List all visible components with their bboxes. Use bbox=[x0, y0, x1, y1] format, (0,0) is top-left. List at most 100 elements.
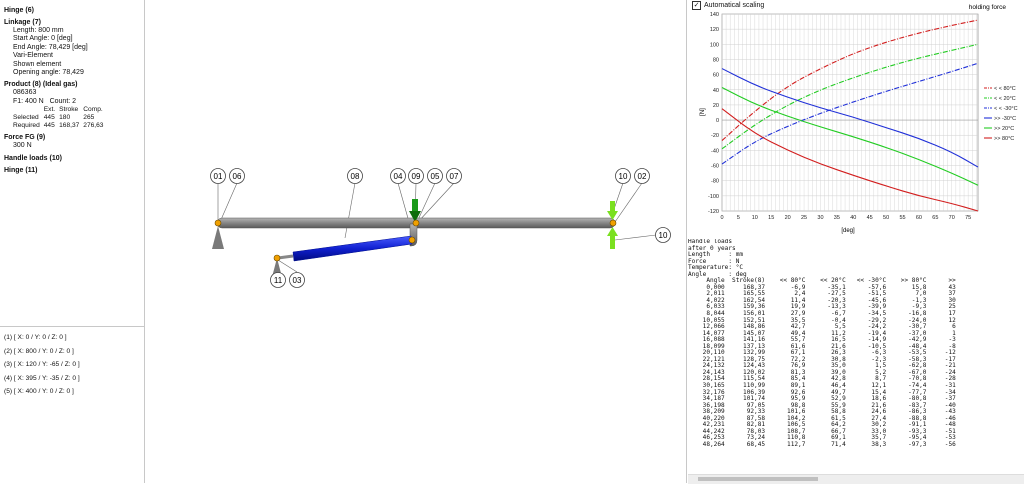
linkage-end-angle: End Angle: 78,429 [deg] bbox=[13, 43, 88, 51]
automatic-scaling-checkbox[interactable]: ✓ Automatical scaling bbox=[692, 1, 764, 10]
x-tick-label: 70 bbox=[949, 215, 955, 221]
chart-svg: 140120100806040200-20-40-60-80-100-1200 5… bbox=[700, 4, 1018, 234]
linkage-opening-angle: Opening angle: 78,429 bbox=[13, 69, 84, 77]
joint-4[interactable] bbox=[408, 236, 416, 244]
gas-spring-cylinder[interactable] bbox=[292, 235, 413, 262]
tree-hinge-11[interactable]: Hinge (11) bbox=[4, 166, 144, 175]
mechanism-canvas[interactable]: 01 06 08 04 09 05 07 10 02 10 11 03 bbox=[145, 0, 685, 483]
scrollbar-thumb[interactable] bbox=[698, 477, 818, 481]
label-09[interactable]: 09 bbox=[412, 172, 421, 181]
handle-load-bottom-icon bbox=[607, 227, 618, 236]
label-07[interactable]: 07 bbox=[450, 172, 459, 181]
y-tick-label: 0 bbox=[716, 118, 719, 124]
tree-linkage[interactable]: Linkage (7) bbox=[4, 18, 144, 27]
point-item[interactable]: (3) [ X: 120 / Y: -65 / Z: 0 ] bbox=[4, 358, 80, 372]
chart-grid bbox=[721, 13, 979, 212]
chart-xlabel: [deg] bbox=[841, 228, 855, 234]
x-tick-label: 30 bbox=[817, 215, 823, 221]
label-08[interactable]: 08 bbox=[351, 172, 360, 181]
tree-handle-loads[interactable]: Handle loads (10) bbox=[4, 154, 144, 163]
product-cell: 276,63 bbox=[83, 122, 104, 130]
label-04[interactable]: 04 bbox=[394, 172, 403, 181]
joint-5[interactable] bbox=[412, 219, 420, 227]
linkage-shown-element: Shown element bbox=[13, 60, 62, 68]
point-item[interactable]: (4) [ X: 395 / Y: -35 / Z: 0 ] bbox=[4, 372, 80, 386]
label-11[interactable]: 11 bbox=[274, 276, 283, 285]
product-header-cell: Stroke bbox=[59, 106, 79, 114]
ground-support-1 bbox=[212, 226, 224, 249]
label-10b[interactable]: 10 bbox=[659, 231, 668, 240]
legend-entry-4: >> 20°C bbox=[994, 126, 1014, 132]
linkage-start-angle: Start Angle: 0 [deg] bbox=[13, 35, 73, 43]
label-05[interactable]: 05 bbox=[431, 172, 440, 181]
label-01[interactable]: 01 bbox=[214, 172, 223, 181]
holding-force-chart: 140 120 100 80 60 40 20 0 -20 -40 -60 -80 -100 -120 0 5… bbox=[688, 0, 1024, 238]
y-tick-label: -120 bbox=[708, 209, 719, 215]
product-header-cell bbox=[13, 106, 44, 114]
x-tick-label: 15 bbox=[768, 215, 774, 221]
tree-product[interactable]: Product (8) (Ideal gas) bbox=[4, 80, 144, 89]
joint-1[interactable] bbox=[214, 219, 222, 227]
point-item[interactable]: (2) [ X: 800 / Y: 0 / Z: 0 ] bbox=[4, 345, 80, 359]
label-02[interactable]: 02 bbox=[638, 172, 647, 181]
x-tick-label: 60 bbox=[916, 215, 922, 221]
x-tick-label: 5 bbox=[737, 215, 740, 221]
label-10[interactable]: 10 bbox=[619, 172, 628, 181]
product-count: Count: 2 bbox=[49, 97, 77, 105]
legend-entry-2: < < -30°C bbox=[994, 106, 1018, 112]
product-table-header: Ext. Stroke Comp. bbox=[13, 106, 107, 114]
label-03[interactable]: 03 bbox=[293, 276, 302, 285]
chart-ylabel: [N] bbox=[700, 108, 706, 116]
x-tick-label: 45 bbox=[867, 215, 873, 221]
right-panel-divider bbox=[686, 0, 687, 483]
x-tick-label: 75 bbox=[965, 215, 971, 221]
point-item[interactable]: (5) [ X: 400 / Y: 0 / Z: 0 ] bbox=[4, 385, 80, 399]
mechanism-drawing: 01 06 08 04 09 05 07 10 02 10 11 03 bbox=[210, 168, 671, 288]
joint-2[interactable] bbox=[609, 219, 617, 227]
y-tick-label: -100 bbox=[708, 194, 719, 200]
x-tick-label: 65 bbox=[932, 215, 938, 221]
y-tick-label: -40 bbox=[711, 148, 719, 154]
x-tick-label: 0 bbox=[720, 215, 723, 221]
x-tick-label: 20 bbox=[785, 215, 791, 221]
y-tick-label: 20 bbox=[713, 103, 719, 109]
x-tick-label: 25 bbox=[801, 215, 807, 221]
x-tick-label: 10 bbox=[752, 215, 758, 221]
product-force: F1: 400 N bbox=[13, 97, 44, 105]
legend-entry-1: < < 20°C bbox=[994, 96, 1016, 102]
chart-legend: < < 80°C < < 20°C < < -30°C >> -30°C >> 20°C… bbox=[984, 86, 1018, 142]
joint-3[interactable] bbox=[273, 254, 281, 262]
linkage-length: Length: 800 mm bbox=[13, 27, 64, 34]
legend-entry-0: < < 80°C bbox=[994, 86, 1016, 92]
x-tick-label: 55 bbox=[899, 215, 905, 221]
y-tick-label: 140 bbox=[710, 12, 719, 18]
x-tick-label: 35 bbox=[834, 215, 840, 221]
product-cell: 445 bbox=[43, 114, 55, 122]
table-row: 48,264 68,45 112,7 71,4 38,3 -97,3 -56 bbox=[688, 440, 956, 448]
chart-title: holding force bbox=[969, 4, 1007, 11]
force-arrow-shaft bbox=[412, 199, 418, 211]
y-tick-label: -60 bbox=[711, 164, 719, 170]
product-table-row: Selected 445 180 265 bbox=[13, 114, 107, 122]
tree-force[interactable]: Force FG (9) bbox=[4, 133, 144, 142]
handle-load-bottom-shaft bbox=[610, 236, 615, 249]
product-table: Ext. Stroke Comp. Selected 445 180 265 R… bbox=[13, 106, 107, 130]
checkbox-icon[interactable]: ✓ bbox=[692, 1, 701, 10]
handle-loads-table[interactable]: Handle loads after 0 years Length : mm Forc… bbox=[688, 239, 1024, 474]
checkbox-label: Automatical scaling bbox=[704, 2, 765, 9]
legend-entry-3: >> -30°C bbox=[994, 116, 1016, 122]
product-code: 086363 bbox=[13, 89, 37, 97]
tree-hinge[interactable]: Hinge (6) bbox=[4, 6, 144, 15]
point-list: (1) [ X: 0 / Y: 0 / Z: 0 ] (2) [ X: 800 … bbox=[4, 331, 80, 399]
y-tick-label: 120 bbox=[710, 27, 719, 33]
product-cell: Required bbox=[13, 122, 40, 130]
product-cell: Selected bbox=[13, 114, 39, 122]
product-cell: 180 bbox=[59, 114, 71, 122]
product-header-cell: Ext. bbox=[43, 106, 56, 114]
label-06[interactable]: 06 bbox=[233, 172, 242, 181]
y-tick-label: -20 bbox=[711, 133, 719, 139]
product-cell: 445 bbox=[43, 122, 55, 130]
properties-panel: Hinge (6) Linkage (7) Length: 800 mm Sta… bbox=[0, 0, 145, 483]
point-item[interactable]: (1) [ X: 0 / Y: 0 / Z: 0 ] bbox=[4, 331, 80, 345]
product-cell: 265 bbox=[83, 114, 95, 122]
